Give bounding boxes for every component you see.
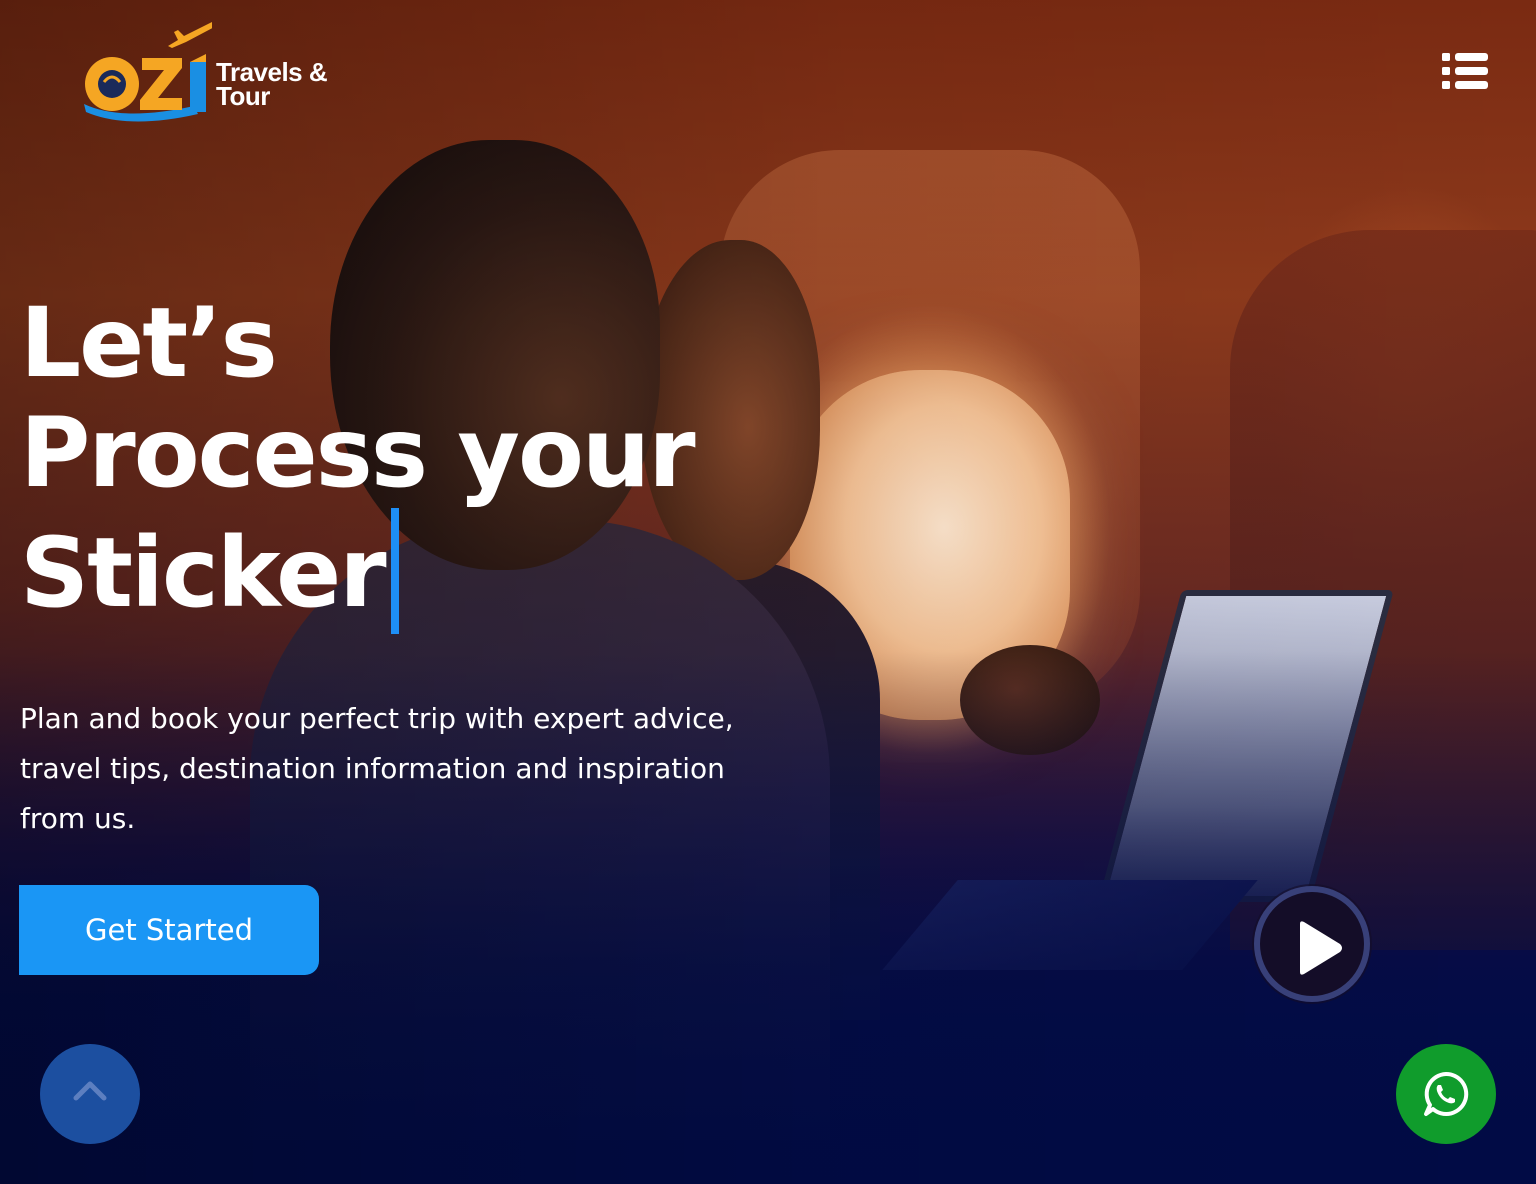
headline-line-3-wrap: Sticker [20,508,780,634]
play-icon [1300,921,1342,975]
brand-name-line2: Tour [216,81,270,111]
typing-caret [390,508,399,634]
hero-headline: Let’s Process your Sticker [20,288,780,634]
ozi-logo-mark [84,22,212,122]
list-menu-icon [1442,53,1488,89]
chevron-up-icon [73,1081,107,1101]
get-started-button[interactable]: Get Started [19,885,319,975]
whatsapp-chat-button[interactable] [1396,1044,1496,1144]
play-video-button[interactable] [1254,886,1370,1002]
hero-description: Plan and book your perfect trip with exp… [20,702,734,835]
whatsapp-icon [1424,1071,1469,1116]
menu-button[interactable] [1442,52,1488,90]
headline-line-1: Let’s [20,287,278,399]
scroll-to-top-button[interactable] [40,1044,140,1144]
brand-name: Travels & Tour [216,59,328,111]
headline-line-3: Sticker [20,517,387,629]
headline-line-2: Process your [20,397,696,509]
brand-logo[interactable]: Travels & Tour [82,18,342,122]
